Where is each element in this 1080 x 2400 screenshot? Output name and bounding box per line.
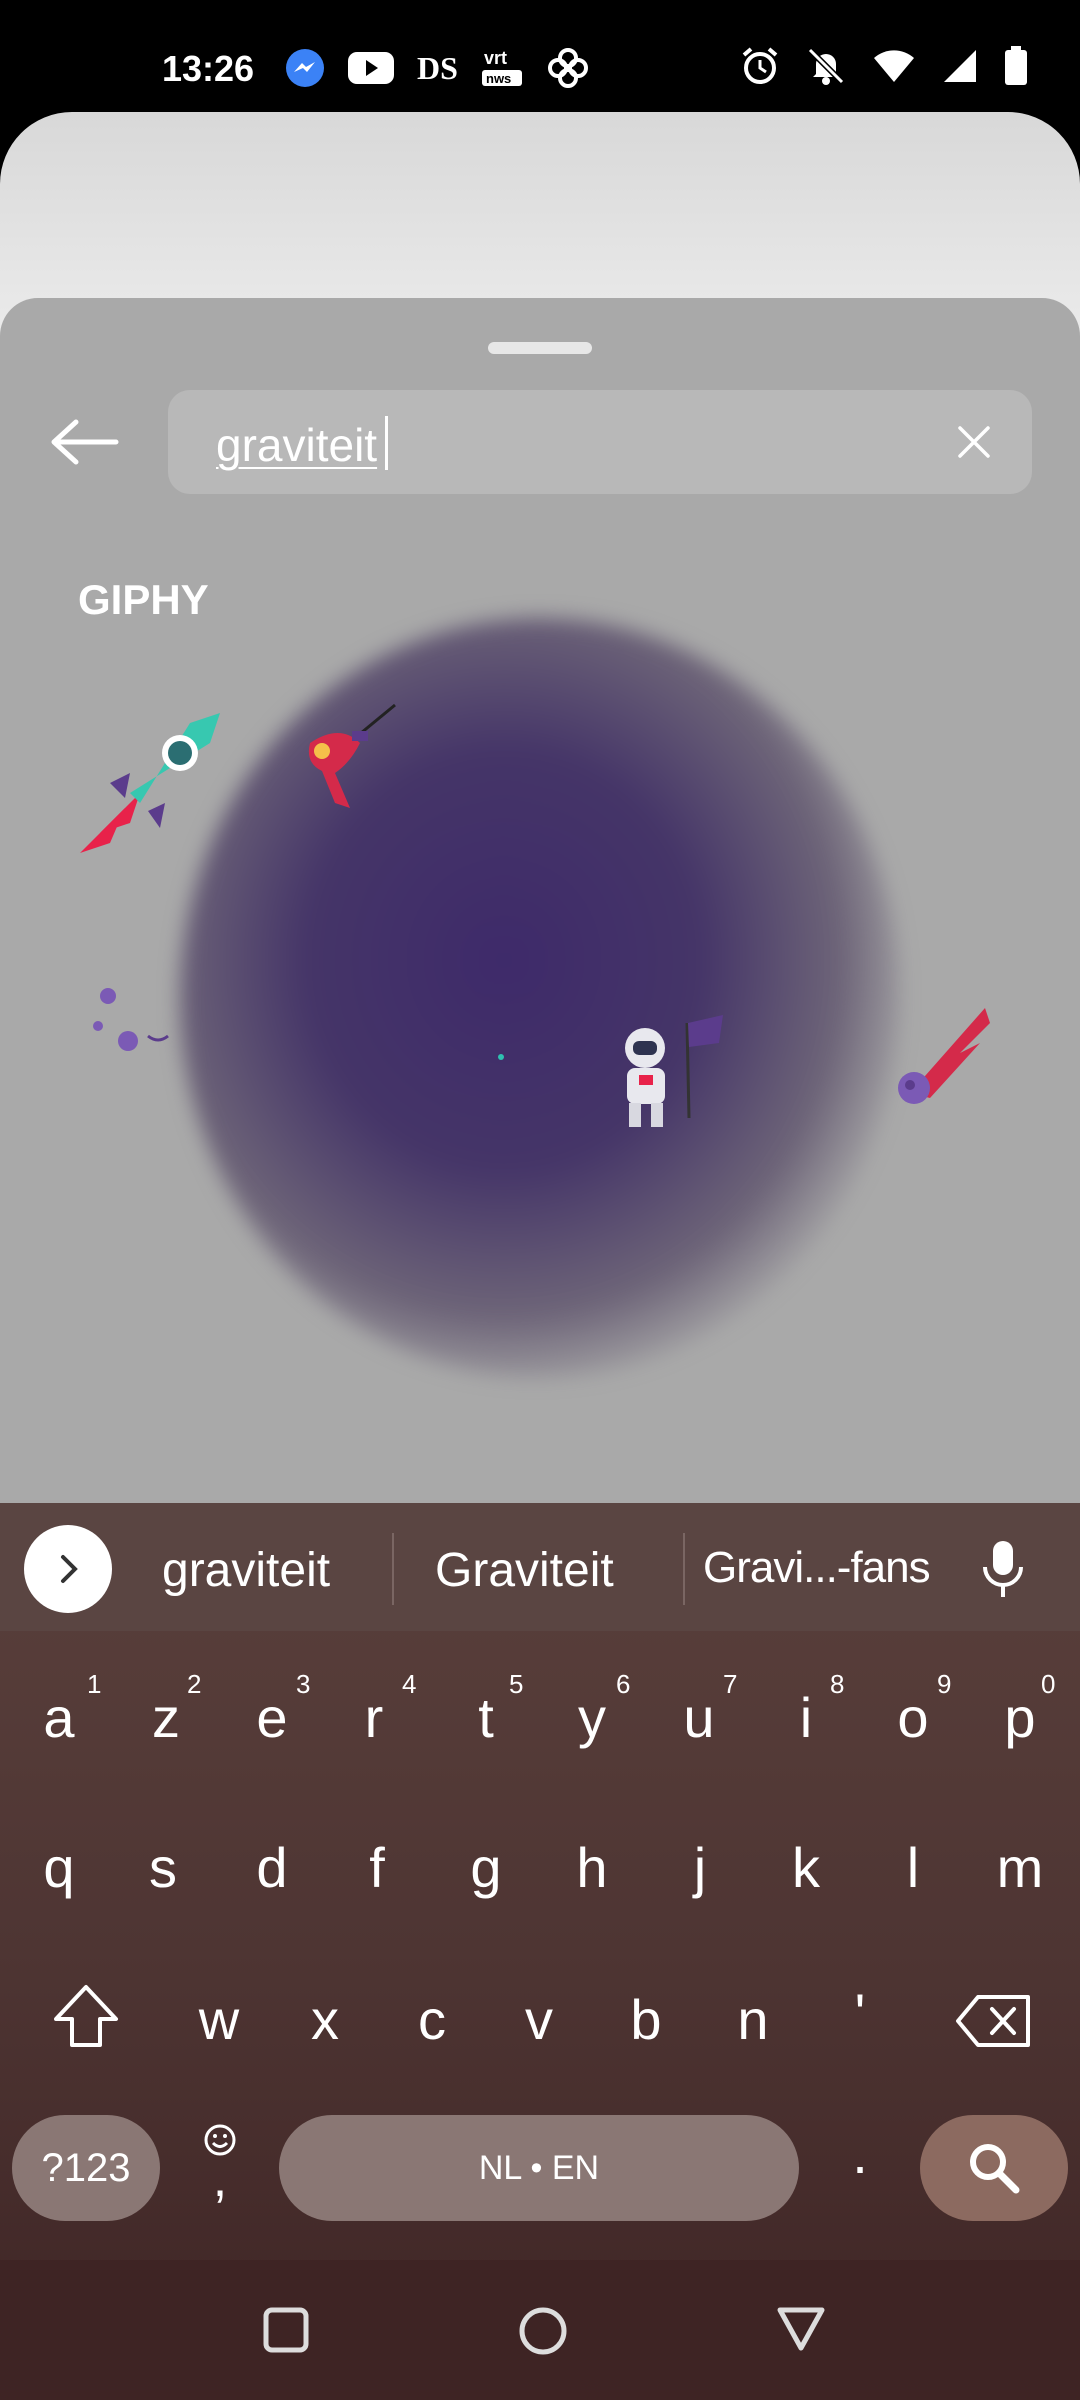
key-hint: 1 — [87, 1669, 102, 1699]
alarm-icon — [742, 47, 778, 84]
period-key[interactable]: . — [810, 2121, 910, 2186]
key-hint: 5 — [509, 1669, 524, 1699]
key-k[interactable]: k — [756, 1835, 856, 1900]
moon-sticker[interactable] — [68, 926, 218, 1076]
key-hint: 4 — [402, 1669, 417, 1699]
suggestion-divider — [392, 1533, 394, 1605]
comma-label: , — [212, 2150, 228, 2208]
key-h[interactable]: h — [542, 1835, 642, 1900]
svg-text:nws: nws — [486, 71, 511, 86]
chevron-right-icon — [61, 1555, 78, 1583]
rocket-sticker[interactable] — [70, 703, 230, 863]
backspace-icon — [956, 1995, 1030, 2047]
key-v[interactable]: v — [489, 1987, 589, 2052]
close-icon — [958, 426, 990, 458]
clear-search-button[interactable] — [952, 420, 996, 464]
youtube-icon — [348, 52, 394, 84]
svg-text:vrt: vrt — [484, 48, 507, 68]
key-c[interactable]: c — [382, 1987, 482, 2052]
status-bar: 13:26 DS vrt nws — [0, 0, 1080, 110]
key-d[interactable]: d — [222, 1835, 322, 1900]
battery-icon — [1005, 46, 1027, 85]
search-query: graviteit — [216, 419, 378, 471]
key-w[interactable]: w — [169, 1987, 269, 2052]
dot-sticker[interactable] — [497, 1053, 505, 1061]
key-hint: 6 — [616, 1669, 631, 1699]
key-g[interactable]: g — [436, 1835, 536, 1900]
system-icons — [740, 46, 1028, 86]
home-icon[interactable] — [518, 2306, 568, 2356]
shift-icon — [54, 1985, 118, 2047]
astronaut-flag-sticker[interactable] — [615, 1013, 725, 1133]
key-hint: 7 — [723, 1669, 738, 1699]
back-arrow-icon — [51, 419, 119, 465]
wifi-icon — [874, 50, 914, 82]
comet-sticker[interactable] — [890, 1003, 995, 1108]
key-hint: 0 — [1041, 1669, 1056, 1699]
key-n[interactable]: n — [703, 1987, 803, 2052]
search-icon — [970, 2144, 1020, 2194]
suggestion-2[interactable]: Graviteit — [435, 1543, 614, 1598]
key-q[interactable]: q — [9, 1835, 109, 1900]
suggestion-divider — [683, 1533, 685, 1605]
suggestion-bar: graviteit Graviteit Gravi...-fans — [0, 1503, 1080, 1631]
pinwheel-icon — [547, 48, 588, 88]
emoji-comma-key[interactable]: , — [170, 2123, 270, 2219]
key-apostrophe[interactable]: ' — [810, 1981, 910, 2046]
notification-icons: DS vrt nws — [285, 46, 590, 90]
ds-icon: DS — [417, 49, 458, 86]
key-f[interactable]: f — [327, 1835, 427, 1900]
key-l[interactable]: l — [863, 1835, 963, 1900]
key-j[interactable]: j — [650, 1835, 750, 1900]
search-input[interactable]: graviteit — [168, 390, 1032, 494]
back-nav-icon[interactable] — [776, 2306, 826, 2352]
search-action-key[interactable] — [920, 2115, 1068, 2221]
messenger-icon — [286, 49, 324, 87]
key-x[interactable]: x — [275, 1987, 375, 2052]
recents-icon[interactable] — [262, 2306, 310, 2354]
sticker-search-sheet: graviteit GIPHY — [0, 298, 1080, 1508]
expand-toolbar-button[interactable] — [24, 1525, 112, 1613]
key-hint: 9 — [937, 1669, 952, 1699]
signal-icon — [944, 50, 976, 82]
backspace-key[interactable] — [944, 1991, 1044, 2061]
key-m[interactable]: m — [970, 1835, 1070, 1900]
text-cursor — [385, 416, 388, 470]
symbols-key[interactable]: ?123 — [12, 2115, 160, 2221]
shift-key[interactable] — [36, 1981, 136, 2061]
key-s[interactable]: s — [113, 1835, 213, 1900]
background-blur — [180, 618, 900, 1378]
key-b[interactable]: b — [596, 1987, 696, 2052]
status-time: 13:26 — [162, 48, 255, 89]
notifications-off-icon — [807, 47, 845, 85]
key-hint: 8 — [830, 1669, 845, 1699]
suggestion-3[interactable]: Gravi...-fans — [703, 1543, 931, 1593]
key-hint: 3 — [296, 1669, 311, 1699]
sheet-drag-handle[interactable] — [488, 342, 592, 354]
vrt-nws-icon: vrt nws — [481, 48, 522, 86]
back-button[interactable] — [40, 398, 128, 486]
microphone-icon[interactable] — [982, 1539, 1024, 1599]
navigation-bar — [0, 2260, 1080, 2400]
key-hint: 2 — [187, 1669, 202, 1699]
ray-gun-sticker[interactable] — [300, 703, 400, 823]
suggestion-1[interactable]: graviteit — [162, 1543, 330, 1598]
giphy-section-label: GIPHY — [78, 576, 209, 623]
space-key[interactable]: NL • EN — [279, 2115, 799, 2221]
